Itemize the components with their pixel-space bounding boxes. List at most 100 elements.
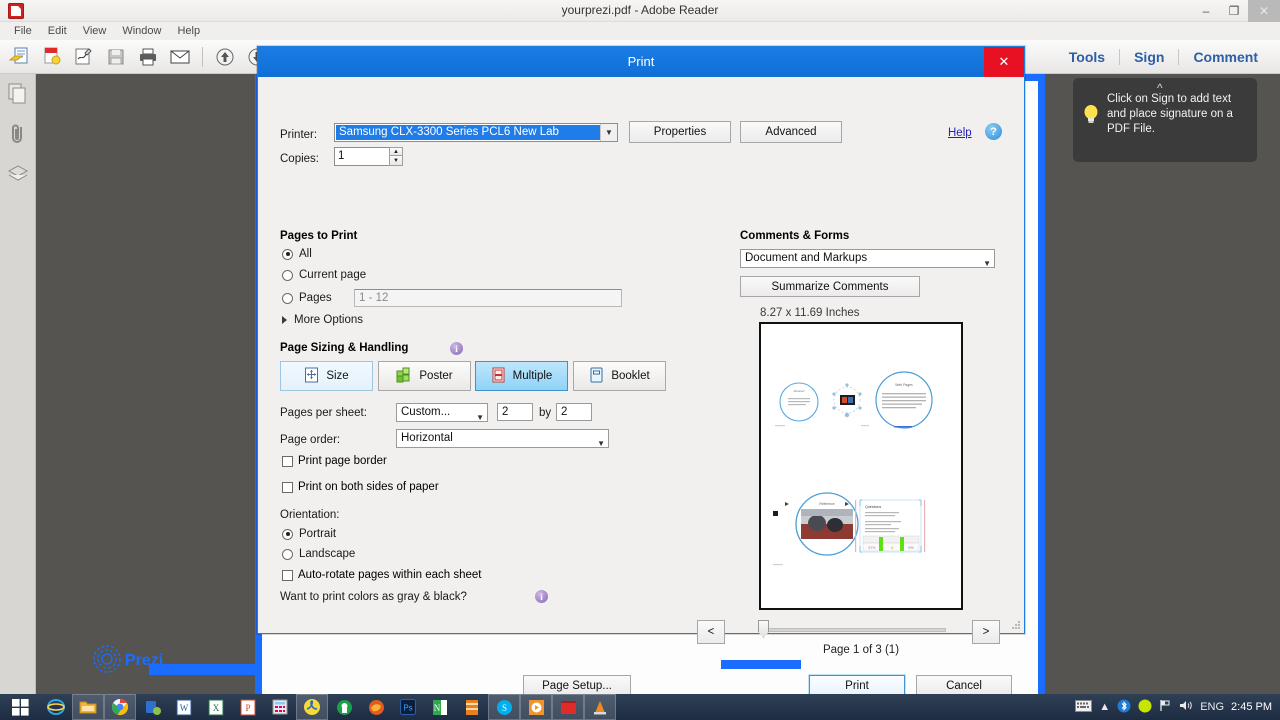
sizing-mode-multiple-label: Multiple (512, 370, 553, 382)
taskbar-item-fireworks[interactable] (456, 694, 488, 720)
menu-file[interactable]: File (6, 24, 40, 38)
preview-prev-button[interactable]: < (697, 620, 725, 644)
taskbar-item-cone[interactable] (584, 694, 616, 720)
previous-page-icon[interactable] (211, 44, 239, 70)
printer-select[interactable]: Samsung CLX-3300 Series PCL6 New Lab ▼ (334, 123, 618, 142)
taskbar: W X P Ps N S ▲ ENG 2:45 PM (0, 694, 1280, 720)
menu-window[interactable]: Window (114, 24, 169, 38)
advanced-button[interactable]: Advanced (740, 121, 842, 143)
page-order-select[interactable]: Horizontal ▼ (396, 429, 609, 448)
volume-icon[interactable] (1179, 699, 1193, 715)
radio-pages[interactable]: Pages (282, 292, 332, 304)
print-preview-content: Abstract Web Pages Reference Questions 6… (761, 324, 961, 608)
sizing-mode-poster[interactable]: Poster (378, 361, 471, 391)
copies-input[interactable]: 1 (334, 147, 394, 166)
preview-next-button[interactable]: > (972, 620, 1000, 644)
radio-landscape[interactable]: Landscape (282, 548, 355, 560)
taskbar-item-firefox[interactable] (360, 694, 392, 720)
minimize-button[interactable]: – (1192, 0, 1220, 22)
radio-all[interactable]: All (282, 248, 312, 260)
sign-link[interactable]: Sign (1120, 49, 1178, 65)
more-options-toggle[interactable]: More Options (282, 314, 363, 326)
menu-view[interactable]: View (75, 24, 115, 38)
resize-grip[interactable] (1011, 620, 1021, 630)
keyboard-icon[interactable] (1075, 699, 1093, 715)
pages-per-sheet-select[interactable]: Custom... ▼ (396, 403, 488, 422)
open-file-icon[interactable] (6, 44, 34, 70)
orientation-label: Orientation: (280, 509, 340, 521)
action-center-icon[interactable] (1159, 699, 1172, 715)
pages-per-sheet-value: Custom... (401, 406, 451, 418)
menu-help[interactable]: Help (169, 24, 208, 38)
close-button[interactable]: ✕ (1248, 0, 1280, 22)
bluetooth-icon[interactable] (1117, 699, 1131, 716)
taskbar-item-calculator[interactable] (264, 694, 296, 720)
pages-per-sheet-cols-input[interactable]: 2 (497, 403, 533, 421)
chevron-right-icon (282, 316, 287, 324)
page-sizing-heading: Page Sizing & Handling (280, 342, 409, 354)
page-order-label: Page order: (280, 434, 341, 446)
sizing-mode-booklet[interactable]: Booklet (573, 361, 666, 391)
comment-link[interactable]: Comment (1179, 49, 1272, 65)
svg-text:Ps: Ps (403, 704, 412, 713)
radio-current-page[interactable]: Current page (282, 269, 366, 281)
layers-icon[interactable] (0, 154, 36, 194)
taskbar-item-bluestacks[interactable] (136, 694, 168, 720)
language-indicator[interactable]: ENG (1200, 701, 1224, 713)
taskbar-item-photoshop[interactable]: Ps (392, 694, 424, 720)
radio-portrait[interactable]: Portrait (282, 528, 336, 540)
help-link[interactable]: Help (948, 127, 972, 139)
tools-link[interactable]: Tools (1055, 49, 1119, 65)
attachments-icon[interactable] (0, 114, 36, 154)
taskbar-item-skype[interactable]: S (488, 694, 520, 720)
print-dialog: Print ✕ Printer: Samsung CLX-3300 Series… (257, 46, 1025, 697)
checkbox-auto-rotate[interactable]: Auto-rotate pages within each sheet (282, 569, 481, 581)
copies-stepper[interactable]: ▲ ▼ (389, 147, 403, 166)
info-icon[interactable]: i (535, 590, 548, 603)
page-thumbnails-icon[interactable] (0, 74, 36, 114)
sign-document-icon[interactable] (70, 44, 98, 70)
taskbar-item-adobe-reader[interactable] (296, 694, 328, 720)
windows-start-icon[interactable] (0, 694, 40, 720)
taskbar-item-word[interactable]: W (168, 694, 200, 720)
print-dialog-title: Print (627, 54, 655, 69)
more-options-label: More Options (294, 314, 364, 326)
create-pdf-icon[interactable] (38, 44, 66, 70)
preview-slider-track[interactable] (758, 628, 946, 632)
print-dialog-close-button[interactable]: ✕ (984, 47, 1024, 77)
pages-range-input[interactable]: 1 - 12 (354, 289, 622, 307)
stepper-down-icon[interactable]: ▼ (389, 156, 403, 166)
taskbar-item-vlc-media[interactable] (520, 694, 552, 720)
window-controls: – ❐ ✕ (1192, 0, 1280, 22)
lightbulb-icon (1083, 104, 1099, 124)
clock[interactable]: 2:45 PM (1231, 701, 1276, 713)
antivirus-icon[interactable] (1138, 699, 1152, 716)
comments-forms-select[interactable]: Document and Markups ▼ (740, 249, 995, 268)
help-circle-icon[interactable]: ? (985, 123, 1002, 140)
sizing-mode-multiple[interactable]: Multiple (475, 361, 568, 391)
taskbar-item-file-explorer[interactable] (72, 694, 104, 720)
pages-per-sheet-rows-input[interactable]: 2 (556, 403, 592, 421)
properties-button[interactable]: Properties (629, 121, 731, 143)
summarize-comments-button[interactable]: Summarize Comments (740, 276, 920, 297)
info-icon[interactable]: i (450, 342, 463, 355)
checkbox-print-page-border[interactable]: Print page border (282, 455, 387, 467)
taskbar-item-powerpoint[interactable]: P (232, 694, 264, 720)
taskbar-item-onenote[interactable]: N (424, 694, 456, 720)
checkbox-print-both-sides[interactable]: Print on both sides of paper (282, 481, 439, 493)
taskbar-item-fastone[interactable] (328, 694, 360, 720)
show-hidden-icons-icon[interactable]: ▲ (1099, 701, 1110, 713)
taskbar-item-excel[interactable]: X (200, 694, 232, 720)
stepper-up-icon[interactable]: ▲ (389, 147, 403, 156)
sizing-mode-size[interactable]: Size (280, 361, 373, 391)
chevron-down-icon[interactable]: ▼ (600, 124, 617, 141)
email-icon[interactable] (166, 44, 194, 70)
print-icon[interactable] (134, 44, 162, 70)
taskbar-item-pdf-window[interactable] (552, 694, 584, 720)
taskbar-item-internet-explorer[interactable] (40, 694, 72, 720)
menu-edit[interactable]: Edit (40, 24, 75, 38)
chevron-down-icon: ▼ (476, 413, 484, 422)
maximize-button[interactable]: ❐ (1220, 0, 1248, 22)
save-icon[interactable] (102, 44, 130, 70)
taskbar-item-google-chrome[interactable] (104, 694, 136, 720)
